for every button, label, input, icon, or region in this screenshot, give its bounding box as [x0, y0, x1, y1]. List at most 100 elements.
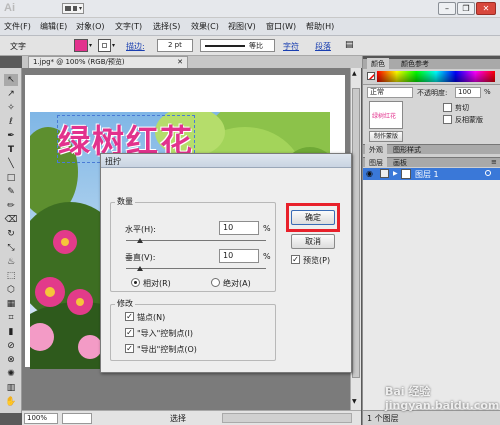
watermark: Bai 经验 jingyan.baidu.com [385, 385, 500, 412]
none-swatch[interactable] [367, 72, 375, 80]
close-document-icon[interactable]: ✕ [177, 57, 183, 68]
minimize-button[interactable]: – [438, 2, 456, 15]
perspective-grid-tool-icon[interactable]: ▦ [4, 298, 18, 310]
line-tool-icon[interactable]: ╲ [4, 158, 18, 170]
horizontal-slider-thumb[interactable] [137, 238, 143, 243]
tab-color-guide[interactable]: 颜色参考 [397, 58, 433, 70]
eraser-tool-icon[interactable]: ⌫ [4, 214, 18, 226]
preview-checkbox[interactable]: ✓ [291, 255, 300, 264]
target-circle-icon[interactable] [485, 170, 491, 176]
stroke-weight-field[interactable]: 2 pt [157, 39, 193, 52]
layer-row[interactable]: ◉ ▶ 图层 1 [363, 168, 500, 180]
type-tool-icon[interactable]: T [4, 144, 18, 156]
invert-mask-checkbox[interactable] [443, 115, 452, 124]
fill-color-swatch[interactable] [74, 39, 88, 52]
layers-menu-icon[interactable]: ≡ [491, 158, 497, 166]
tab-color[interactable]: 颜色 [367, 58, 389, 70]
dialog-title: 扭拧 [105, 157, 121, 166]
horizontal-slider[interactable] [126, 240, 266, 241]
menu-select[interactable]: 选择(S) [153, 21, 180, 32]
direct-selection-tool-icon[interactable]: ↗ [4, 88, 18, 100]
document-tab[interactable]: 1.jpg* @ 100% (RGB/预览) ✕ [28, 56, 188, 68]
spectrum-shade [377, 71, 495, 82]
lasso-tool-icon[interactable]: ℓ [4, 116, 18, 128]
menu-edit[interactable]: 编辑(E) [40, 21, 67, 32]
restore-button[interactable]: ❐ [457, 2, 475, 15]
clip-label: 剪切 [455, 104, 469, 112]
warp-tool-icon[interactable]: ♨ [4, 256, 18, 268]
layers-panel-tabs: 图层 画板 ≡ [363, 157, 500, 169]
close-button[interactable]: ✕ [476, 2, 496, 15]
horizontal-input[interactable]: 10 [219, 221, 259, 235]
pen-tool-icon[interactable]: ✒ [4, 130, 18, 142]
transparency-panel: 正常 不透明度: 100 % 绿树红花 制作蒙版 剪切 反相蒙版 [363, 84, 500, 144]
vertical-slider[interactable] [126, 268, 266, 269]
anchor-checkbox[interactable]: ✓ [125, 312, 134, 321]
menu-object[interactable]: 对象(O) [76, 21, 105, 32]
tab-graphic-styles[interactable]: 图形样式 [389, 144, 425, 156]
in-handles-checkbox[interactable]: ✓ [125, 328, 134, 337]
mode-label: 文字 [10, 42, 26, 51]
layers-list [363, 180, 500, 410]
scroll-thumb[interactable] [352, 88, 360, 378]
cancel-button[interactable]: 取消 [291, 234, 335, 249]
scale-tool-icon[interactable]: ⤡ [4, 242, 18, 254]
visibility-eye-icon[interactable]: ◉ [366, 169, 373, 178]
stroke-dropdown-icon[interactable]: ▾ [112, 42, 115, 49]
menu-view[interactable]: 视图(V) [228, 21, 256, 32]
right-panel-dock: 颜色 颜色参考 正常 不透明度: 100 % 绿树红花 制作蒙版 剪切 反相蒙版… [362, 56, 500, 425]
artboard-nav[interactable] [62, 413, 92, 424]
pencil-tool-icon[interactable]: ✏ [4, 200, 18, 212]
layer-name[interactable]: 图层 1 [415, 169, 439, 180]
mesh-tool-icon[interactable]: ⌗ [4, 312, 18, 324]
menu-type[interactable]: 文字(T) [115, 21, 142, 32]
vertical-slider-thumb[interactable] [137, 266, 143, 271]
opacity-field[interactable]: 100 [455, 87, 481, 98]
horizontal-unit: % [263, 224, 271, 233]
menu-help[interactable]: 帮助(H) [306, 21, 334, 32]
zoom-select[interactable]: 100% [24, 413, 58, 424]
clip-checkbox[interactable] [443, 103, 452, 112]
eyedropper-tool-icon[interactable]: ⊘ [4, 340, 18, 352]
scroll-down-icon[interactable]: ▼ [352, 398, 357, 405]
fill-dropdown-icon[interactable]: ▾ [89, 42, 92, 49]
make-mask-button[interactable]: 制作蒙版 [369, 131, 403, 142]
horizontal-scrollbar[interactable] [222, 413, 352, 423]
dialog-titlebar[interactable]: 扭拧 [101, 154, 351, 168]
vertical-input[interactable]: 10 [219, 249, 259, 263]
stroke-profile-select[interactable]: 等比 [200, 39, 275, 52]
paintbrush-tool-icon[interactable]: ✎ [4, 186, 18, 198]
menu-effect[interactable]: 效果(C) [191, 21, 219, 32]
lock-toggle[interactable] [380, 169, 389, 178]
hand-tool-icon[interactable]: ✋ [4, 396, 18, 408]
tab-appearance[interactable]: 外观 [365, 144, 387, 156]
stroke-color-swatch[interactable] [98, 39, 111, 52]
relative-radio[interactable] [131, 278, 140, 287]
anchor-label: 锚点(N) [137, 313, 166, 322]
paragraph-link[interactable]: 段落 [315, 41, 331, 52]
appearance-panel-tabs: 外观 图形样式 [363, 144, 500, 156]
shape-builder-tool-icon[interactable]: ⬡ [4, 284, 18, 296]
gradient-tool-icon[interactable]: ▮ [4, 326, 18, 338]
selection-tool-icon[interactable]: ↖ [4, 74, 18, 86]
in-handles-label: "导入"控制点(I) [137, 329, 193, 338]
graph-tool-icon[interactable]: ▥ [4, 382, 18, 394]
free-transform-tool-icon[interactable]: ⬚ [4, 270, 18, 282]
blend-mode-select[interactable]: 正常 [367, 87, 413, 98]
magic-wand-tool-icon[interactable]: ✧ [4, 102, 18, 114]
stroke-link[interactable]: 描边: [126, 41, 145, 52]
symbol-sprayer-tool-icon[interactable]: ✺ [4, 368, 18, 380]
arrange-documents-icon[interactable] [62, 3, 84, 14]
rotate-tool-icon[interactable]: ↻ [4, 228, 18, 240]
control-options-icon[interactable]: ▤ [345, 40, 355, 50]
rectangle-tool-icon[interactable]: □ [4, 172, 18, 184]
scroll-up-icon[interactable]: ▲ [352, 70, 357, 77]
character-link[interactable]: 字符 [283, 41, 299, 52]
absolute-radio[interactable] [211, 278, 220, 287]
status-tool-label: 选择 [170, 414, 186, 423]
menu-window[interactable]: 窗口(W) [266, 21, 296, 32]
expand-arrow-icon[interactable]: ▶ [393, 170, 398, 177]
menu-file[interactable]: 文件(F) [4, 21, 31, 32]
out-handles-checkbox[interactable]: ✓ [125, 344, 134, 353]
blend-tool-icon[interactable]: ⊗ [4, 354, 18, 366]
